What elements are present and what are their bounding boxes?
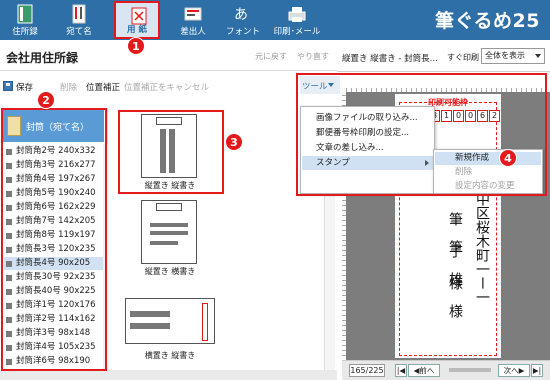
highlight-box-layout (118, 110, 224, 194)
toolbar-sender-button[interactable]: 差出人 (170, 1, 216, 39)
redo-button[interactable]: やり直す (297, 51, 329, 62)
toolbar-recipient-button[interactable]: 宛て名 (56, 1, 102, 39)
left-statusbar (0, 370, 337, 380)
callout-marker-4: 4 (499, 149, 517, 167)
thumb-envelope-preview (125, 298, 215, 344)
toolbar-paper-button[interactable]: 用 紙 (114, 1, 160, 39)
highlight-box-tools-menu (296, 73, 547, 196)
save-icon (3, 81, 13, 91)
callout-marker-1: 1 (127, 37, 145, 55)
recipient-card-icon (72, 4, 86, 24)
save-button[interactable]: 保存 (16, 81, 33, 93)
next-page-button[interactable]: 次へ▶ (498, 364, 530, 377)
callout-marker-2: 2 (37, 91, 55, 109)
main-toolbar: 住所録 宛て名 用 紙 差出人 あ フォント 印刷･メール 筆ぐるめ25 (0, 0, 550, 40)
address-book-title: 会社用住所録 (6, 51, 79, 65)
toolbar-address-book-button[interactable]: 住所録 (2, 1, 48, 39)
font-icon: あ (234, 7, 248, 23)
page-indicator: 165/225 (349, 364, 385, 377)
print-now-button[interactable]: すぐ印刷 (447, 52, 479, 63)
svg-text:あ: あ (234, 7, 248, 23)
app-title: 筆ぐるめ25 (434, 10, 540, 32)
undo-button[interactable]: 元に戻す (255, 51, 287, 62)
printer-icon (288, 7, 306, 22)
address-book-icon (17, 4, 33, 24)
position-fix-button[interactable]: 位置補正 (86, 81, 120, 93)
thumb-envelope-preview (141, 200, 197, 264)
honorific-text[interactable]: 様 様 (445, 276, 465, 318)
page-slider[interactable] (449, 368, 491, 372)
preview-title: 縦置き 縦書き - 封筒長... (342, 54, 438, 64)
preview-navigation: 165/225 |◀ ◀前へ 次へ▶ ▶| (342, 360, 550, 380)
chevron-down-icon (535, 54, 541, 58)
layout-thumb-horizontal-vertical[interactable]: 横置き 縦書き (121, 290, 219, 368)
prev-page-button[interactable]: ◀前へ (408, 364, 440, 377)
last-page-button[interactable]: ▶| (531, 364, 543, 377)
header-divider (0, 70, 337, 71)
layout-thumb-vertical-horizontal[interactable]: 縦置き 横書き (121, 198, 219, 280)
cancel-position-fix-button[interactable]: 位置補正をキャンセル (124, 81, 209, 93)
toolbar-font-button[interactable]: あ フォント (220, 1, 266, 39)
highlight-box-envelope-list (1, 108, 107, 371)
delete-button[interactable]: 削除 (60, 81, 77, 93)
first-page-button[interactable]: |◀ (395, 364, 407, 377)
preview-header: 縦置き 縦書き - 封筒長... すぐ印刷 全体を表示 (337, 42, 550, 72)
toolbar-print-mail-button[interactable]: 印刷･メール (272, 1, 322, 39)
callout-marker-3: 3 (225, 133, 243, 151)
sender-icon (184, 7, 202, 21)
zoom-select[interactable]: 全体を表示 (481, 48, 545, 64)
